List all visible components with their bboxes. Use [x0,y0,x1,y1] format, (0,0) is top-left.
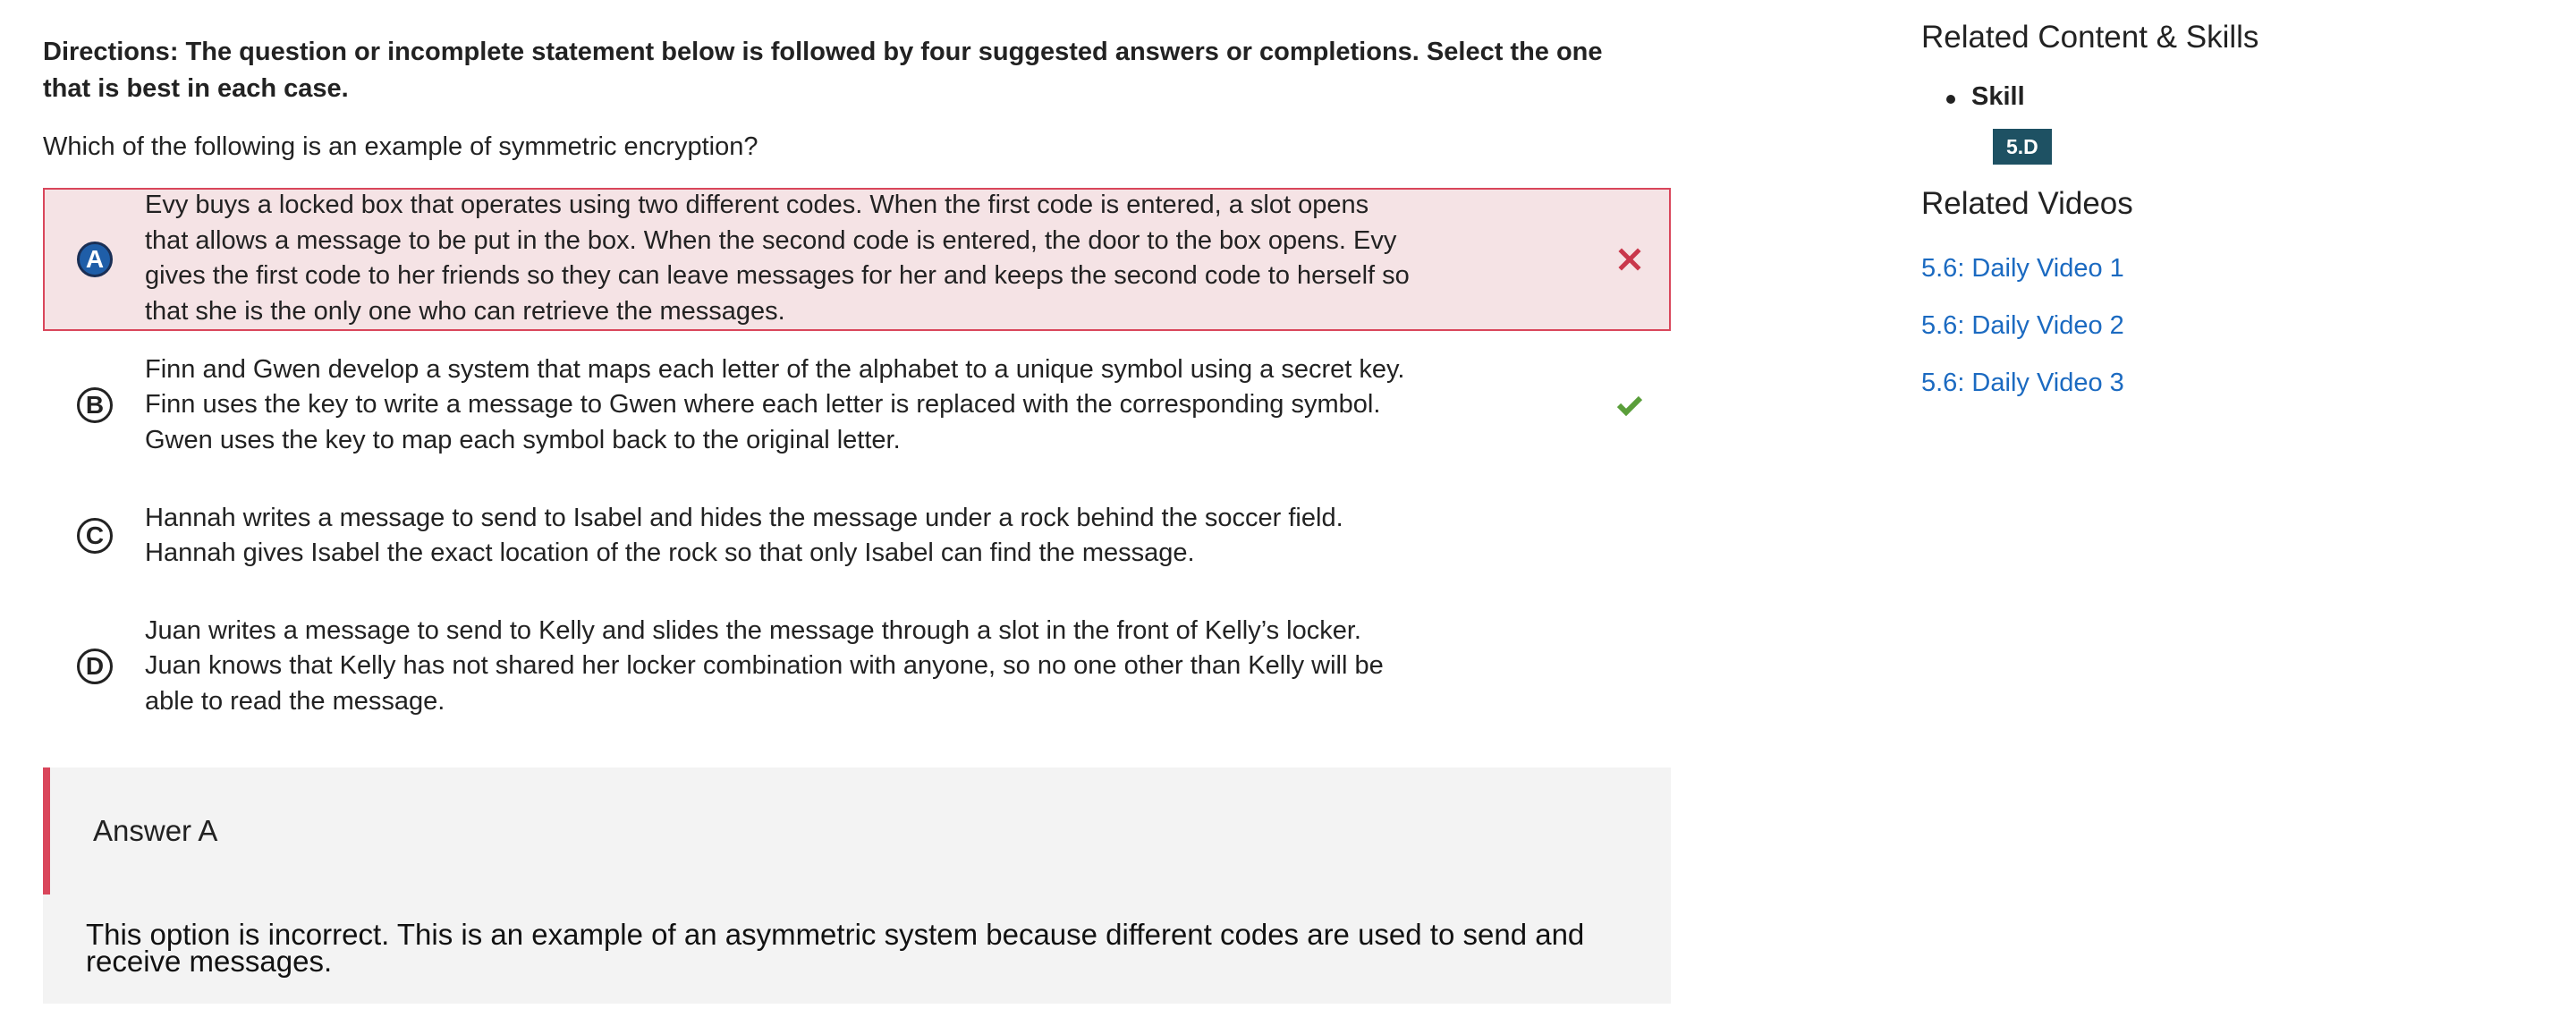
choice-b-letter-icon: B [77,387,113,423]
choice-a-letter-icon: A [77,242,113,277]
choice-d-letter-icon: D [77,649,113,684]
video-link-1[interactable]: 5.6: Daily Video 1 [1921,254,2124,284]
question-panel: Directions: The question or incomplete s… [43,0,1671,1004]
question-stem: Which of the following is an example of … [43,132,758,161]
skill-list: Skill [1946,82,2025,112]
choice-b[interactable]: B Finn and Gwen develop a system that ma… [43,331,1671,479]
x-icon [1614,243,1646,276]
skill-badge: 5.D [1993,129,2052,165]
check-icon [1614,389,1646,421]
choice-b-text: Finn and Gwen develop a system that maps… [145,354,1405,454]
choice-c-text: Hannah writes a message to send to Isabe… [145,503,1343,568]
answer-explanation: This option is incorrect. This is an exa… [86,918,1585,978]
choice-c-letter-icon: C [77,518,113,554]
choice-a[interactable]: A Evy buys a locked box that operates us… [43,188,1671,331]
choice-a-text: Evy buys a locked box that operates usin… [145,191,1410,326]
related-content-heading: Related Content & Skills [1921,20,2259,55]
choice-d-text: Juan writes a message to send to Kelly a… [145,615,1384,716]
answer-choices: A Evy buys a locked box that operates us… [43,188,1671,741]
answer-explanation-box: Answer A This option is incorrect. This … [43,767,1671,1004]
directions-text: Directions: The question or incomplete s… [43,38,1603,103]
related-videos-heading: Related Videos [1921,186,2133,221]
answer-heading: Answer A [43,767,1671,895]
choice-c[interactable]: C Hannah writes a message to send to Isa… [43,479,1671,592]
skill-label: Skill [1946,82,2025,111]
video-link-3[interactable]: 5.6: Daily Video 3 [1921,369,2124,398]
video-link-2[interactable]: 5.6: Daily Video 2 [1921,311,2124,341]
choice-d[interactable]: D Juan writes a message to send to Kelly… [43,592,1671,741]
